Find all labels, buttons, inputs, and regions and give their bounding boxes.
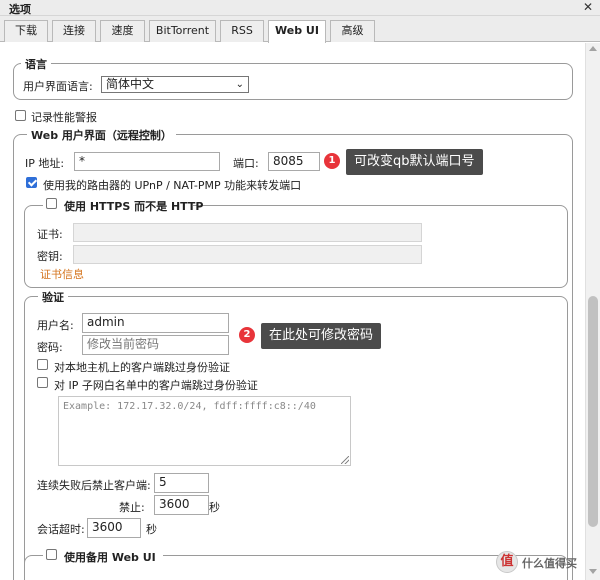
cert-info-link[interactable]: 证书信息: [40, 266, 84, 282]
ban-after-label: 连续失败后禁止客户端:: [37, 479, 151, 492]
https-legend: 使用 HTTPS 而不是 HTTP: [64, 200, 204, 213]
port-label: 端口:: [233, 157, 259, 170]
ui-language-label: 用户界面语言:: [23, 80, 93, 93]
cert-input[interactable]: [73, 223, 422, 242]
watermark: 值 什么值得买: [496, 550, 592, 574]
bypass-whitelist-label: 对 IP 子网白名单中的客户端跳过身份验证: [54, 379, 258, 392]
tab-bar: 下载 连接 速度 BitTorrent RSS Web UI 高级: [0, 16, 600, 43]
port-input[interactable]: 8085: [268, 152, 320, 171]
bypass-local-label: 对本地主机上的客户端跳过身份验证: [54, 361, 230, 374]
whitelist-textarea[interactable]: Example: 172.17.32.0/24, fdff:ffff:c8::/…: [58, 396, 351, 466]
cert-label: 证书:: [37, 228, 63, 241]
close-icon[interactable]: ✕: [583, 0, 593, 14]
ban-for-unit: 秒: [209, 501, 220, 514]
watermark-text: 什么值得买: [522, 557, 577, 570]
upnp-checkbox[interactable]: [26, 177, 37, 188]
ui-language-select[interactable]: 简体中文 ⌄: [101, 76, 249, 93]
session-timeout-input[interactable]: 3600: [87, 518, 141, 538]
window-titlebar: 选项 ✕: [0, 0, 600, 16]
scrollbar[interactable]: [585, 43, 600, 580]
tab-downloads[interactable]: 下载: [4, 20, 48, 42]
annotation-badge-2: 2: [239, 327, 255, 343]
ui-language-value: 简体中文: [106, 77, 155, 91]
tab-advanced[interactable]: 高级: [330, 20, 375, 42]
language-legend: 语言: [21, 56, 51, 72]
resize-grip-icon[interactable]: [341, 456, 349, 464]
chevron-down-icon: ⌄: [235, 79, 244, 90]
tab-connection[interactable]: 连接: [52, 20, 96, 42]
tab-rss[interactable]: RSS: [220, 20, 264, 42]
scroll-up-icon[interactable]: [589, 46, 597, 51]
perf-warning-label: 记录性能警报: [31, 111, 97, 124]
key-input[interactable]: [73, 245, 422, 264]
webui-legend: Web 用户界面（远程控制）: [27, 127, 176, 143]
password-input[interactable]: 修改当前密码: [82, 335, 229, 355]
tab-bittorrent[interactable]: BitTorrent: [149, 20, 216, 42]
bypass-local-checkbox[interactable]: [37, 359, 48, 370]
annotation-callout-2: 在此处可修改密码: [261, 323, 382, 349]
options-panel: 语言 用户界面语言: 简体中文 ⌄ 记录性能警报 Web 用户界面（远程控制） …: [0, 43, 585, 580]
language-fieldset: [13, 63, 573, 100]
scrollbar-thumb[interactable]: [588, 296, 598, 527]
password-label: 密码:: [37, 341, 63, 354]
username-input[interactable]: admin: [82, 313, 229, 333]
ip-address-input[interactable]: *: [74, 152, 220, 171]
alt-webui-legend: 使用备用 Web UI: [64, 551, 156, 564]
username-label: 用户名:: [37, 319, 74, 332]
key-label: 密钥:: [37, 250, 63, 263]
tab-speed[interactable]: 速度: [100, 20, 145, 42]
session-timeout-unit: 秒: [146, 523, 157, 536]
https-checkbox[interactable]: [46, 198, 57, 209]
upnp-label: 使用我的路由器的 UPnP / NAT-PMP 功能来转发端口: [43, 179, 302, 192]
tab-webui[interactable]: Web UI: [268, 20, 326, 43]
annotation-callout-1: 可改变qb默认端口号: [346, 149, 483, 175]
auth-legend: 验证: [38, 289, 68, 305]
window-title: 选项: [9, 3, 31, 16]
ban-for-input[interactable]: 3600: [154, 495, 209, 515]
ip-address-label: IP 地址:: [25, 157, 65, 170]
annotation-badge-1: 1: [324, 153, 340, 169]
session-timeout-label: 会话超时:: [37, 523, 85, 536]
whitelist-placeholder: Example: 172.17.32.0/24, fdff:ffff:c8::/…: [63, 401, 316, 412]
ban-after-input[interactable]: 5: [154, 473, 209, 493]
perf-warning-checkbox[interactable]: [15, 110, 26, 121]
bypass-whitelist-checkbox[interactable]: [37, 377, 48, 388]
alt-webui-checkbox[interactable]: [46, 549, 57, 560]
watermark-logo-icon: 值: [496, 551, 518, 573]
ban-for-label: 禁止:: [119, 501, 145, 514]
